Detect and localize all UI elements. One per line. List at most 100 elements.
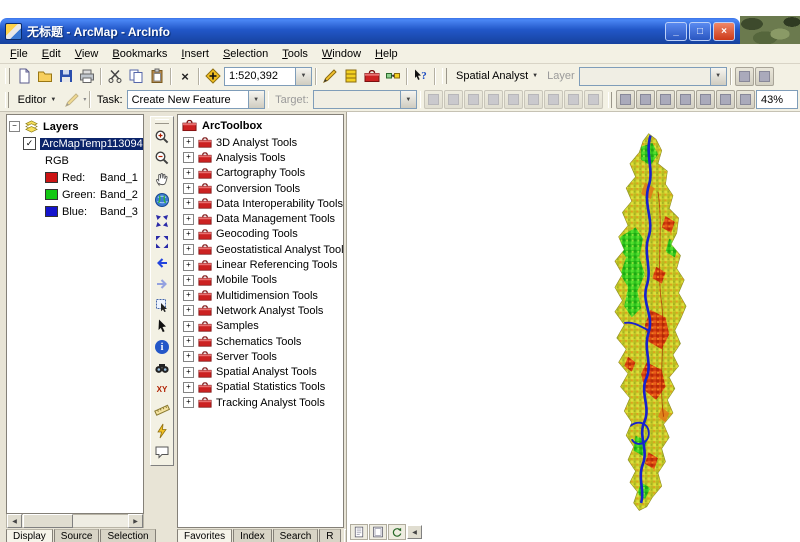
expand-icon[interactable]: + (183, 397, 194, 408)
copy-button[interactable] (126, 66, 146, 86)
toolbar-grip[interactable] (608, 92, 612, 108)
zoom-out-button[interactable] (152, 148, 172, 168)
menu-item[interactable]: Window (315, 46, 368, 62)
menu-item[interactable]: Bookmarks (105, 46, 174, 62)
toolset-row[interactable]: + Server Tools (183, 349, 343, 364)
transparency-combo[interactable]: 43% (756, 90, 798, 109)
arctoolbox-header[interactable]: ArcToolbox (178, 115, 343, 135)
expand-icon[interactable]: + (183, 290, 194, 301)
magnifier-window-icon[interactable] (636, 90, 655, 109)
sketch-tool-icon[interactable] (424, 90, 443, 109)
close-button[interactable]: × (713, 22, 735, 41)
midpoint-tool-icon[interactable] (504, 90, 523, 109)
trace-tool-icon[interactable] (544, 90, 563, 109)
toolset-row[interactable]: + 3D Analyst Tools (183, 135, 343, 150)
maximize-button[interactable]: □ (689, 22, 711, 41)
spatial-analyst-menu[interactable]: Spatial Analyst ▼ (451, 68, 543, 84)
toolset-row[interactable]: + Geostatistical Analyst Tools (183, 242, 343, 257)
expand-icon[interactable]: + (183, 321, 194, 332)
collapse-icon[interactable]: − (9, 121, 20, 132)
toc-band-row[interactable]: Blue: Band_3 (45, 203, 141, 220)
viewer-window-icon[interactable] (656, 90, 675, 109)
dropdown-arrow-icon[interactable]: ▾ (83, 96, 86, 103)
toc-root-row[interactable]: − Layers (9, 118, 141, 135)
expand-icon[interactable]: + (183, 382, 194, 393)
refresh-view-button[interactable] (388, 524, 406, 540)
new-document-button[interactable] (14, 66, 34, 86)
arc-tool-icon[interactable] (444, 90, 463, 109)
endpoint-arc-icon[interactable] (564, 90, 583, 109)
print-button[interactable] (77, 66, 97, 86)
full-extent-button[interactable] (152, 190, 172, 210)
fixed-zoom-in-button[interactable] (152, 211, 172, 231)
flicker-layer-icon[interactable] (716, 90, 735, 109)
identify-button[interactable]: i (152, 337, 172, 357)
toolset-row[interactable]: + Geocoding Tools (183, 227, 343, 242)
layer-visibility-checkbox[interactable]: ✓ (23, 137, 36, 150)
delete-button[interactable]: × (175, 66, 195, 86)
layer-combo[interactable]: ▼ (579, 67, 727, 86)
toolset-row[interactable]: + Spatial Statistics Tools (183, 380, 343, 395)
menu-item[interactable]: Selection (216, 46, 275, 62)
expand-icon[interactable]: + (183, 351, 194, 362)
zoom-in-button[interactable] (152, 127, 172, 147)
dropdown-arrow-icon[interactable]: ▼ (710, 68, 726, 85)
tab-favorites[interactable]: Favorites (177, 529, 232, 542)
task-combo[interactable]: Create New Feature ▼ (127, 90, 265, 109)
dropdown-arrow-icon[interactable]: ▼ (248, 91, 264, 108)
dropdown-arrow-icon[interactable]: ▼ (400, 91, 416, 108)
toc-band-row[interactable]: Green: Band_2 (45, 186, 141, 203)
toc-layer-row[interactable]: ✓ ArcMapTemp113094 (23, 135, 141, 152)
save-button[interactable] (56, 66, 76, 86)
overview-window-icon[interactable] (676, 90, 695, 109)
data-view-button[interactable] (350, 524, 368, 540)
toolset-row[interactable]: + Schematics Tools (183, 334, 343, 349)
intersection-tool-icon[interactable] (484, 90, 503, 109)
tab-results[interactable]: R (319, 529, 340, 542)
tab-display[interactable]: Display (6, 529, 53, 542)
toolset-row[interactable]: + Data Interoperability Tools (183, 196, 343, 211)
title-bar[interactable]: 无标题 - ArcMap - ArcInfo _ □ × (0, 18, 740, 44)
scroll-thumb[interactable] (23, 514, 73, 528)
expand-icon[interactable]: + (183, 137, 194, 148)
editor-menu[interactable]: Editor ▼ (13, 92, 62, 108)
swipe-layer-icon[interactable] (696, 90, 715, 109)
expand-icon[interactable]: + (183, 214, 194, 225)
image-window-icon[interactable] (616, 90, 635, 109)
fixed-zoom-out-button[interactable] (152, 232, 172, 252)
scroll-left-icon[interactable]: ◀ (7, 514, 22, 528)
expand-icon[interactable]: + (183, 260, 194, 271)
target-combo[interactable]: ▼ (313, 90, 417, 109)
menu-item[interactable]: Help (368, 46, 405, 62)
toolset-row[interactable]: + Samples (183, 319, 343, 334)
toolbar-grip[interactable] (155, 119, 169, 124)
toolset-row[interactable]: + Analysis Tools (183, 150, 343, 165)
expand-icon[interactable]: + (183, 367, 194, 378)
open-button[interactable] (35, 66, 55, 86)
measure-button[interactable] (152, 400, 172, 420)
arccatalog-button[interactable] (341, 66, 361, 86)
add-data-button[interactable] (203, 66, 223, 86)
distance-tool-icon[interactable] (464, 90, 483, 109)
expand-icon[interactable]: + (183, 244, 194, 255)
toolbar-grip[interactable] (5, 92, 9, 108)
layout-view-button[interactable] (369, 524, 387, 540)
modelbuilder-button[interactable] (383, 66, 403, 86)
layer-name[interactable]: ArcMapTemp113094 (40, 138, 144, 150)
toolset-row[interactable]: + Linear Referencing Tools (183, 257, 343, 272)
cut-button[interactable] (105, 66, 125, 86)
find-button[interactable] (152, 358, 172, 378)
editor-toolbar-button[interactable] (320, 66, 340, 86)
menu-item[interactable]: Edit (35, 46, 68, 62)
layer-list-icon[interactable] (755, 67, 774, 86)
expand-icon[interactable]: + (183, 183, 194, 194)
toc-horizontal-scrollbar[interactable]: ◀ ▶ (6, 514, 144, 528)
scroll-right-icon[interactable]: ▶ (128, 514, 143, 528)
hyperlink-button[interactable] (152, 421, 172, 441)
toolset-row[interactable]: + Tracking Analyst Tools (183, 395, 343, 410)
toolset-row[interactable]: + Network Analyst Tools (183, 303, 343, 318)
toc-band-row[interactable]: Red: Band_1 (45, 169, 141, 186)
toolset-row[interactable]: + Spatial Analyst Tools (183, 364, 343, 379)
toc-rgb-row[interactable]: RGB (45, 152, 141, 169)
map-scroll-left-icon[interactable]: ◀ (407, 525, 422, 539)
